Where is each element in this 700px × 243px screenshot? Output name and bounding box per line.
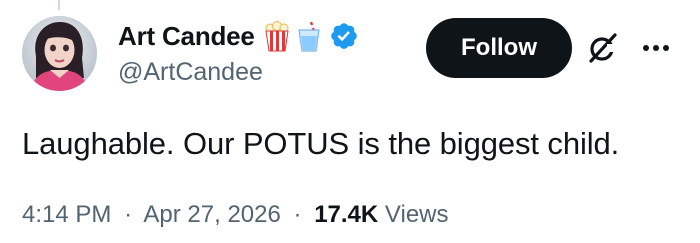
tweet-text: Laughable. Our POTUS is the biggest chil… — [22, 126, 620, 161]
follow-button[interactable]: Follow — [426, 18, 572, 78]
tweet-card: Art Candee @ArtCandee Follow Laughable. … — [0, 0, 700, 243]
views-label: Views — [384, 201, 449, 228]
avatar-portrait-image — [22, 16, 97, 91]
popcorn-icon — [263, 20, 291, 52]
drink-cup-icon — [295, 20, 323, 52]
views-count[interactable]: 17.4K — [314, 201, 378, 228]
verified-badge-icon[interactable] — [329, 21, 359, 51]
tweet-meta: 4:14 PM · Apr 27, 2026 · 17.4K Views — [22, 198, 449, 232]
author-handle[interactable]: @ArtCandee — [118, 56, 359, 88]
grok-icon[interactable] — [585, 30, 621, 66]
thread-connector-line — [58, 0, 60, 10]
name-row: Art Candee — [118, 18, 359, 54]
tweet-time[interactable]: 4:14 PM — [22, 201, 111, 228]
author-info: Art Candee @ArtCandee — [118, 18, 359, 88]
display-name[interactable]: Art Candee — [118, 18, 255, 54]
more-options-icon[interactable] — [636, 30, 676, 66]
meta-separator: · — [293, 201, 302, 228]
meta-separator: · — [124, 201, 133, 228]
tweet-date[interactable]: Apr 27, 2026 — [143, 201, 280, 228]
avatar[interactable] — [22, 16, 97, 91]
